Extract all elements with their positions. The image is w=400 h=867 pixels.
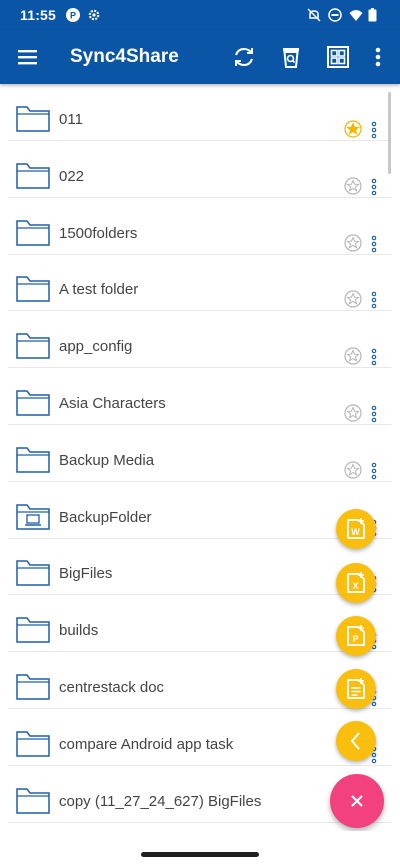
folder-icon bbox=[16, 674, 50, 700]
folder-icon bbox=[16, 731, 50, 757]
star-outline-icon[interactable] bbox=[344, 461, 362, 479]
item-more-icon[interactable] bbox=[368, 462, 380, 480]
new-powerpoint-doc-icon: P bbox=[347, 625, 365, 646]
collapse-chevron-icon bbox=[350, 732, 360, 750]
item-more-icon[interactable] bbox=[368, 291, 380, 309]
item-more-icon[interactable] bbox=[368, 121, 380, 139]
folder-row[interactable]: compare Android app task bbox=[8, 709, 391, 766]
folder-name: A test folder bbox=[59, 281, 139, 299]
folder-row[interactable]: 1500folders bbox=[8, 198, 391, 255]
star-outline-icon[interactable] bbox=[344, 233, 362, 252]
new-word-doc-button[interactable]: W bbox=[336, 509, 376, 549]
app-title: Sync4Share bbox=[70, 46, 179, 67]
folder-name: centrestack doc bbox=[59, 679, 165, 696]
new-word-doc-icon: W bbox=[347, 518, 365, 539]
new-excel-doc-icon: X bbox=[347, 572, 365, 593]
new-powerpoint-doc-button[interactable]: P bbox=[336, 616, 376, 656]
folder-row[interactable]: Backup Media bbox=[8, 425, 391, 482]
menu-icon[interactable] bbox=[14, 43, 42, 71]
folder-name: 022 bbox=[59, 167, 85, 185]
status-bar: 11:55 P bbox=[0, 0, 400, 30]
folder-icon bbox=[16, 617, 50, 643]
folder-list[interactable]: 011 022 1500folders A test folder app_config… bbox=[0, 84, 400, 830]
wifi-icon bbox=[349, 10, 363, 21]
svg-text:P: P bbox=[352, 634, 358, 644]
folder-name: copy (11_27_24_627) BigFiles bbox=[59, 792, 262, 810]
mute-icon bbox=[307, 8, 321, 22]
status-time: 11:55 bbox=[20, 7, 57, 23]
sync-icon[interactable] bbox=[230, 43, 258, 71]
folder-row[interactable]: builds bbox=[8, 595, 391, 653]
folder-row[interactable]: centrestack doc bbox=[8, 652, 391, 709]
navigation-bar bbox=[0, 831, 400, 867]
do-not-disturb-icon bbox=[328, 8, 342, 22]
scrollbar[interactable] bbox=[388, 92, 391, 174]
settings-gear-icon bbox=[88, 9, 100, 21]
close-fab-button[interactable] bbox=[330, 774, 384, 828]
screen: 11:55 P Sync4Share 011 022 1500folders A… bbox=[0, 0, 400, 867]
folder-icon bbox=[16, 787, 50, 814]
recycle-bin-icon[interactable] bbox=[277, 43, 305, 71]
folder-name: builds bbox=[59, 622, 99, 640]
item-more-icon[interactable] bbox=[368, 405, 380, 423]
app-notification-icon: P bbox=[66, 8, 80, 22]
folder-name: Backup Media bbox=[59, 451, 155, 469]
folder-name: compare Android app task bbox=[59, 735, 234, 753]
folder-icon bbox=[16, 219, 50, 246]
folder-icon bbox=[16, 276, 50, 303]
folder-row[interactable]: Asia Characters bbox=[8, 368, 391, 425]
folder-name: app_config bbox=[59, 338, 133, 356]
home-gesture-handle[interactable] bbox=[141, 852, 259, 857]
grid-view-icon[interactable] bbox=[324, 43, 352, 71]
star-outline-icon[interactable] bbox=[344, 347, 362, 365]
folder-name: 1500folders bbox=[59, 224, 138, 242]
folder-row[interactable]: BigFiles bbox=[8, 538, 391, 596]
folder-icon bbox=[16, 390, 50, 416]
folder-icon bbox=[16, 163, 50, 189]
new-text-doc-icon bbox=[347, 678, 365, 699]
item-more-icon[interactable] bbox=[368, 178, 380, 196]
folder-icon bbox=[16, 106, 50, 132]
folder-name: Asia Characters bbox=[59, 395, 166, 412]
item-more-icon[interactable] bbox=[368, 348, 380, 366]
svg-text:X: X bbox=[352, 581, 358, 591]
svg-text:W: W bbox=[351, 527, 360, 537]
star-outline-icon[interactable] bbox=[344, 177, 362, 195]
new-excel-doc-button[interactable]: X bbox=[336, 563, 376, 603]
new-text-doc-button[interactable] bbox=[336, 669, 376, 709]
folder-name: 011 bbox=[59, 111, 83, 128]
backup-folder-icon bbox=[16, 503, 50, 530]
folder-row[interactable]: 022 bbox=[8, 141, 391, 198]
close-icon bbox=[351, 795, 363, 807]
more-vert-icon[interactable] bbox=[366, 43, 390, 71]
folder-row[interactable]: A test folder bbox=[8, 254, 391, 312]
svg-text:P: P bbox=[70, 11, 76, 21]
folder-row[interactable]: BackupFolder bbox=[8, 482, 391, 539]
folder-row[interactable]: 011 bbox=[8, 84, 391, 141]
favorite-star-icon[interactable] bbox=[344, 120, 362, 138]
star-outline-icon[interactable] bbox=[344, 290, 362, 308]
folder-name: BigFiles bbox=[59, 565, 113, 583]
star-outline-icon[interactable] bbox=[344, 404, 362, 422]
battery-icon bbox=[368, 8, 377, 22]
folder-icon bbox=[16, 447, 50, 473]
folder-name: BackupFolder bbox=[59, 508, 152, 526]
folder-icon bbox=[16, 333, 50, 359]
folder-icon bbox=[16, 560, 50, 587]
app-bar: Sync4Share bbox=[0, 30, 400, 84]
folder-row[interactable]: app_config bbox=[8, 311, 391, 369]
item-more-icon[interactable] bbox=[368, 235, 380, 253]
collapse-fab-button[interactable] bbox=[336, 721, 376, 761]
